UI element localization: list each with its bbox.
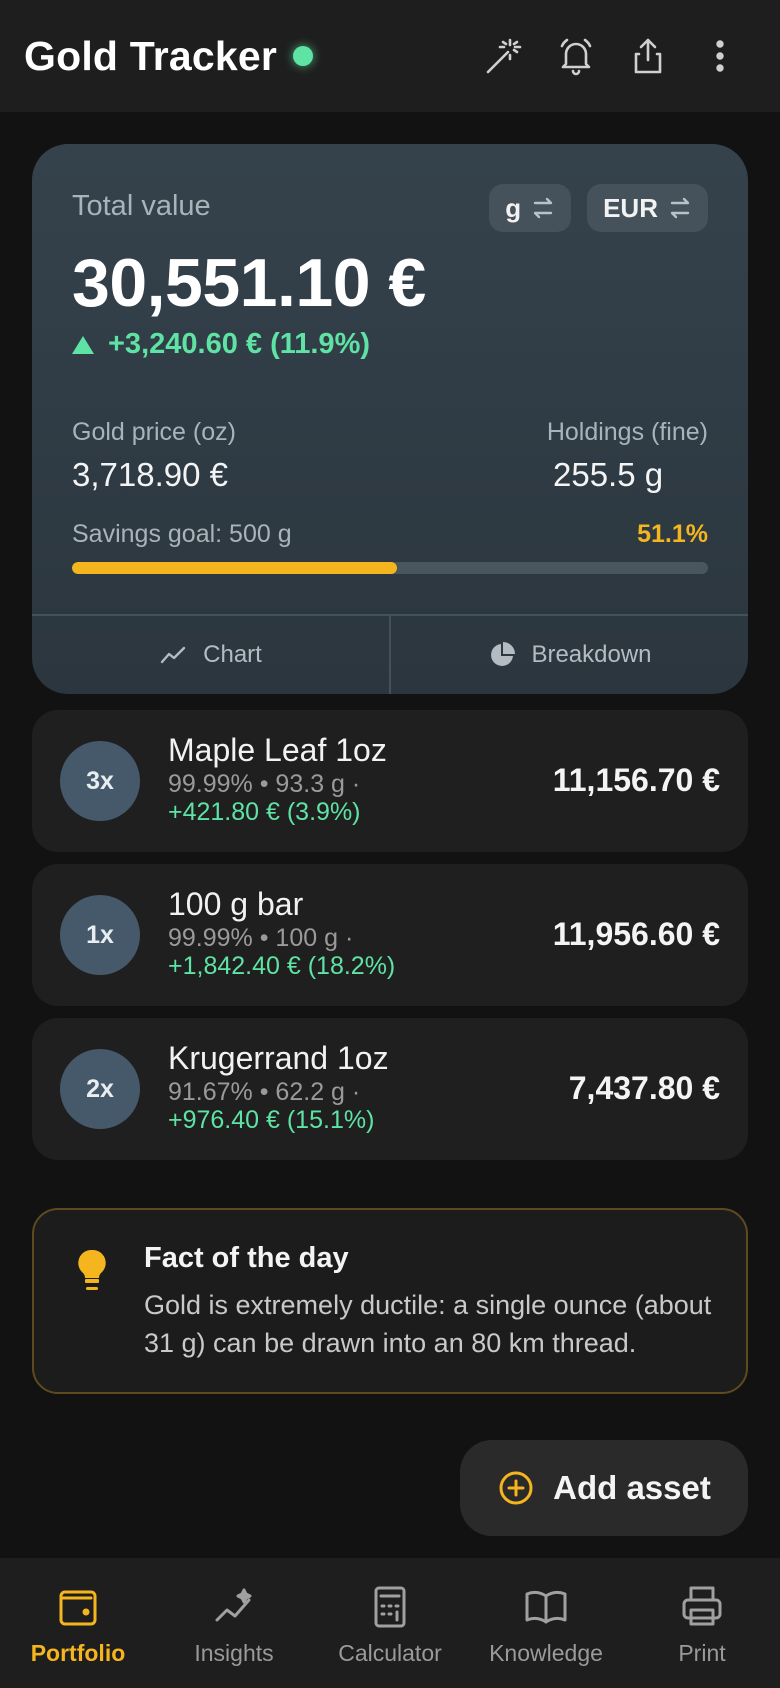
weight-unit-toggle[interactable]: g (489, 184, 572, 232)
swap-icon (670, 197, 690, 219)
nav-portfolio[interactable]: Portfolio (0, 1558, 156, 1688)
app-title: Gold Tracker (24, 32, 278, 79)
fact-title: Fact of the day (144, 1242, 349, 1274)
notifications-button[interactable] (540, 20, 612, 92)
nav-calculator[interactable]: Calculator (312, 1558, 468, 1688)
asset-name: Krugerrand 1oz (168, 1040, 389, 1076)
nav-portfolio-label: Portfolio (30, 1640, 126, 1666)
magic-wand-button[interactable] (468, 20, 540, 92)
fact-of-the-day-card: Fact of the day Gold is extremely ductil… (32, 1208, 748, 1394)
asset-row[interactable]: 1x 100 g bar 99.99% • 100 g · +1,842.40 … (32, 864, 748, 1006)
tab-breakdown-label: Breakdown (531, 641, 652, 668)
add-asset-label: Add asset (553, 1469, 711, 1506)
asset-meta: 99.99% • 100 g · (168, 924, 354, 952)
asset-gain: +421.80 € (3.9%) (168, 798, 361, 826)
line-chart-icon (160, 646, 186, 664)
more-vertical-icon (716, 40, 724, 72)
asset-value: 7,437.80 € (568, 1070, 720, 1106)
unit-toggles: g EUR (489, 184, 708, 232)
swap-icon (533, 197, 553, 219)
quantity-badge: 2x (60, 1049, 140, 1129)
savings-goal-label: Savings goal: 500 g (72, 520, 292, 548)
nav-print[interactable]: Print (624, 1558, 780, 1688)
savings-goal-progress (72, 562, 708, 574)
total-change: +3,240.60 € (11.9%) (72, 328, 370, 361)
nav-knowledge[interactable]: Knowledge (468, 1558, 624, 1688)
gold-price-label: Gold price (oz) (72, 418, 236, 446)
asset-name: Maple Leaf 1oz (168, 732, 387, 768)
total-value-label: Total value (72, 190, 211, 222)
plus-circle-icon (499, 1471, 533, 1505)
gold-price-value: 3,718.90 € (72, 456, 228, 493)
currency-toggle[interactable]: EUR (587, 184, 708, 232)
fact-text: Gold is extremely ductile: a single ounc… (144, 1290, 712, 1358)
book-icon (525, 1590, 567, 1624)
share-button[interactable] (612, 20, 684, 92)
printer-icon (682, 1586, 722, 1626)
quantity-badge: 3x (60, 741, 140, 821)
nav-print-label: Print (678, 1640, 726, 1666)
asset-value: 11,156.70 € (552, 762, 720, 798)
pie-chart-icon (491, 642, 516, 666)
nav-insights[interactable]: Insights (156, 1558, 312, 1688)
tab-chart-label: Chart (203, 641, 262, 668)
asset-row[interactable]: 3x Maple Leaf 1oz 99.99% • 93.3 g · +421… (32, 710, 748, 852)
magic-wand-icon (486, 38, 522, 74)
calculator-icon (374, 1586, 406, 1628)
asset-row[interactable]: 2x Krugerrand 1oz 91.67% • 62.2 g · +976… (32, 1018, 748, 1160)
portfolio-summary-card: Total value g EUR 30,551.10 € +3,240.60 … (32, 144, 748, 694)
quantity-badge: 1x (60, 895, 140, 975)
summary-tabs: Chart Breakdown (32, 614, 748, 694)
tab-breakdown[interactable]: Breakdown (389, 616, 748, 694)
holdings-label: Holdings (fine) (546, 418, 708, 446)
asset-value: 11,956.60 € (552, 916, 720, 952)
share-icon (634, 38, 662, 74)
lightbulb-icon (78, 1249, 106, 1290)
asset-gain: +976.40 € (15.1%) (168, 1106, 375, 1134)
nav-insights-label: Insights (194, 1640, 274, 1666)
app-header: Gold Tracker (0, 0, 780, 112)
total-change-value: +3,240.60 € (11.9%) (108, 328, 371, 360)
holdings-value: 255.5 g (553, 456, 664, 493)
add-asset-button[interactable]: Add asset (460, 1440, 748, 1536)
asset-meta: 99.99% • 93.3 g · (168, 770, 361, 798)
total-value: 30,551.10 € (72, 245, 426, 321)
asset-gain: +1,842.40 € (18.2%) (168, 952, 396, 980)
savings-goal-percent: 51.1% (637, 520, 708, 548)
tab-chart[interactable]: Chart (32, 616, 389, 694)
asset-name: 100 g bar (168, 886, 304, 922)
arrow-up-icon (72, 335, 94, 354)
weight-unit-label: g (505, 192, 522, 223)
status-indicator (293, 46, 314, 66)
wallet-icon (59, 1590, 97, 1626)
savings-goal-progress-fill (72, 562, 397, 574)
currency-label: EUR (603, 192, 658, 223)
insights-icon (215, 1588, 252, 1622)
nav-calculator-label: Calculator (338, 1640, 442, 1666)
more-options-button[interactable] (684, 20, 756, 92)
nav-knowledge-label: Knowledge (489, 1640, 603, 1666)
bell-icon (560, 38, 592, 76)
header-actions (468, 20, 756, 92)
bottom-navigation: Portfolio Insights Calculator Knowledge (0, 1558, 780, 1688)
asset-meta: 91.67% • 62.2 g · (168, 1078, 361, 1106)
